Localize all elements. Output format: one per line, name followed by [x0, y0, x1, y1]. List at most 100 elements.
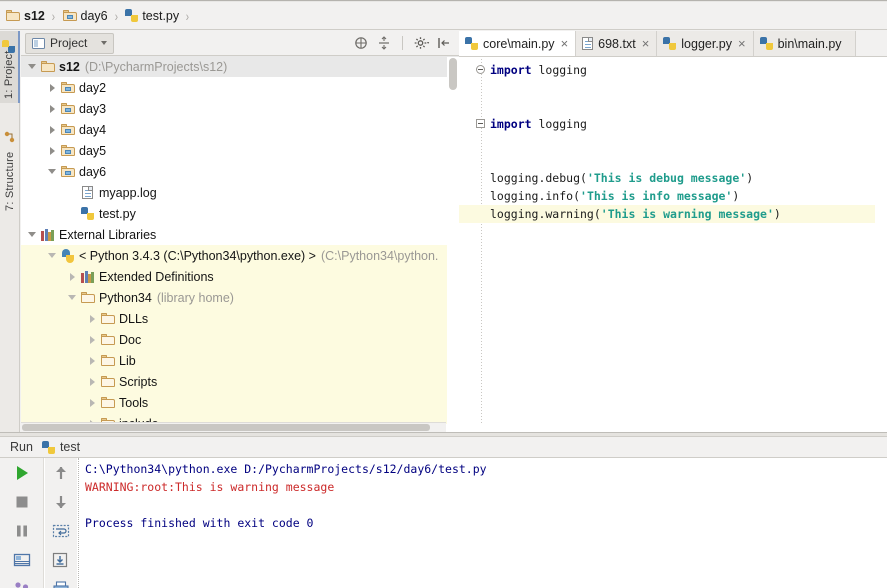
run-tool-window: Run test C:\Python34\python.exe D:/Pycha… [0, 437, 887, 588]
tree-row[interactable]: Extended Definitions [21, 266, 459, 287]
code-line[interactable]: import logging [459, 115, 887, 133]
breadcrumb-separator: › [51, 7, 55, 24]
editor-tab[interactable]: core\main.py × [459, 31, 577, 56]
project-icon [1, 39, 15, 53]
tree-row-label: Extended Definitions [99, 269, 214, 284]
tree-row[interactable]: day4 [21, 119, 459, 140]
chevron-right-icon[interactable] [85, 335, 99, 344]
close-icon[interactable]: × [738, 37, 746, 50]
scroll-end-icon[interactable] [52, 551, 70, 569]
chevron-down-icon[interactable] [45, 253, 59, 258]
tree-row-icon-wrap [59, 103, 76, 114]
code-token: logging.debug( [490, 171, 587, 185]
tree-row[interactable]: Lib [21, 350, 459, 371]
hide-icon[interactable] [437, 36, 451, 50]
chevron-right-icon[interactable] [65, 272, 79, 281]
code-editor[interactable]: import logging import logging logging.debu… [459, 57, 887, 432]
tree-row[interactable]: day3 [21, 98, 459, 119]
editor-marker-strip[interactable] [875, 57, 887, 432]
editor-tab[interactable]: logger.py × [657, 31, 754, 56]
breadcrumb-item-s12[interactable]: s12 [4, 5, 47, 27]
editor-tab[interactable]: 698.txt × [576, 31, 658, 56]
run-console-output[interactable]: C:\Python34\python.exe D:/PycharmProject… [78, 458, 887, 588]
chevron-down-icon[interactable] [65, 295, 79, 300]
run-tool-window-body: C:\Python34\python.exe D:/PycharmProject… [0, 458, 887, 588]
wrap-icon[interactable] [52, 522, 70, 540]
project-tree-horizontal-scrollbar[interactable] [21, 422, 446, 432]
tree-row[interactable]: s12 (D:\PycharmProjects\s12) [21, 56, 459, 77]
code-line[interactable]: import logging [459, 61, 887, 79]
chevron-right-icon[interactable] [45, 125, 59, 134]
expand-all-icon[interactable] [377, 36, 391, 50]
threads-icon[interactable] [13, 580, 31, 588]
code-line[interactable]: logging.warning('This is warning message… [459, 205, 887, 223]
chevron-right-icon[interactable] [85, 314, 99, 323]
breadcrumb: s12 › day6 › test.py › [0, 2, 887, 30]
project-tree-vertical-scrollbar[interactable] [447, 57, 459, 424]
tree-row[interactable]: test.py [21, 203, 459, 224]
project-panel: Project s12 (D:\PycharmProjects\s12) day… [21, 31, 459, 432]
python-interpreter-icon [61, 248, 75, 263]
code-line[interactable] [459, 151, 887, 169]
code-line[interactable] [459, 133, 887, 151]
tree-row[interactable]: External Libraries [21, 224, 459, 245]
tree-row[interactable]: day6 [21, 161, 459, 182]
tree-row-label: day3 [79, 101, 107, 116]
project-tree[interactable]: s12 (D:\PycharmProjects\s12) day2 day3 day4 d… [21, 56, 459, 424]
play-icon[interactable] [13, 464, 31, 482]
scrollbar-thumb[interactable] [449, 58, 457, 90]
tree-row[interactable]: day5 [21, 140, 459, 161]
tree-row[interactable]: myapp.log [21, 182, 459, 203]
breadcrumb-item-testpy[interactable]: test.py [123, 5, 181, 27]
tree-row-label: Lib [119, 353, 136, 368]
code-line[interactable] [459, 97, 887, 115]
tree-row[interactable]: Tools [21, 392, 459, 413]
collapse-all-icon[interactable] [354, 36, 368, 50]
editor-tab-bar: core\main.py × 698.txt × logger.py × bin\main.… [459, 31, 887, 57]
gear-icon[interactable] [414, 36, 430, 50]
pause-icon[interactable] [13, 522, 31, 540]
run-configuration-tab[interactable]: test [41, 440, 80, 454]
sidebar-tab-structure[interactable]: 7: Structure [0, 123, 20, 215]
tree-row-icon-wrap [99, 397, 116, 408]
tree-row[interactable]: Python34 (library home) [21, 287, 459, 308]
fold-marker-icon[interactable] [476, 65, 485, 74]
chevron-right-icon[interactable] [85, 356, 99, 365]
arrow-up-icon[interactable] [52, 464, 70, 482]
tree-row[interactable]: < Python 3.4.3 (C:\Python34\python.exe) … [21, 245, 459, 266]
fold-marker-icon[interactable] [476, 119, 485, 128]
tree-row-icon-wrap [99, 376, 116, 387]
editor-tab-label: core\main.py [483, 36, 555, 51]
chevron-right-icon[interactable] [45, 104, 59, 113]
chevron-down-icon[interactable] [45, 169, 59, 174]
tree-row[interactable]: day2 [21, 77, 459, 98]
sidebar-tab-project[interactable]: 1: Project [0, 31, 20, 103]
chevron-right-icon[interactable] [85, 377, 99, 386]
arrow-down-icon[interactable] [52, 493, 70, 511]
tree-row-label: myapp.log [99, 185, 157, 200]
project-view-selector[interactable]: Project [25, 32, 115, 54]
breadcrumb-item-day6[interactable]: day6 [61, 5, 110, 27]
tree-row[interactable]: Doc [21, 329, 459, 350]
code-token: 'This is info message' [580, 189, 733, 203]
close-icon[interactable]: × [642, 37, 650, 50]
chevron-right-icon[interactable] [45, 146, 59, 155]
code-line[interactable] [459, 79, 887, 97]
code-line[interactable]: logging.debug('This is debug message') [459, 169, 887, 187]
code-line[interactable]: logging.info('This is info message') [459, 187, 887, 205]
stop-icon[interactable] [13, 493, 31, 511]
chevron-right-icon[interactable] [85, 398, 99, 407]
print-icon[interactable] [52, 580, 70, 588]
chevron-right-icon[interactable] [45, 83, 59, 92]
scrollbar-thumb[interactable] [22, 424, 430, 431]
editor-tab[interactable]: bin\main.py [753, 31, 856, 56]
chevron-down-icon[interactable] [25, 64, 39, 69]
tree-row[interactable]: DLLs [21, 308, 459, 329]
breadcrumb-label: test.py [142, 8, 180, 23]
console-icon[interactable] [13, 551, 31, 569]
code-line-text: logging.warning('This is warning message… [459, 207, 781, 221]
run-controls-column [0, 458, 44, 588]
tree-row[interactable]: Scripts [21, 371, 459, 392]
close-icon[interactable]: × [561, 37, 569, 50]
chevron-down-icon[interactable] [25, 232, 39, 237]
